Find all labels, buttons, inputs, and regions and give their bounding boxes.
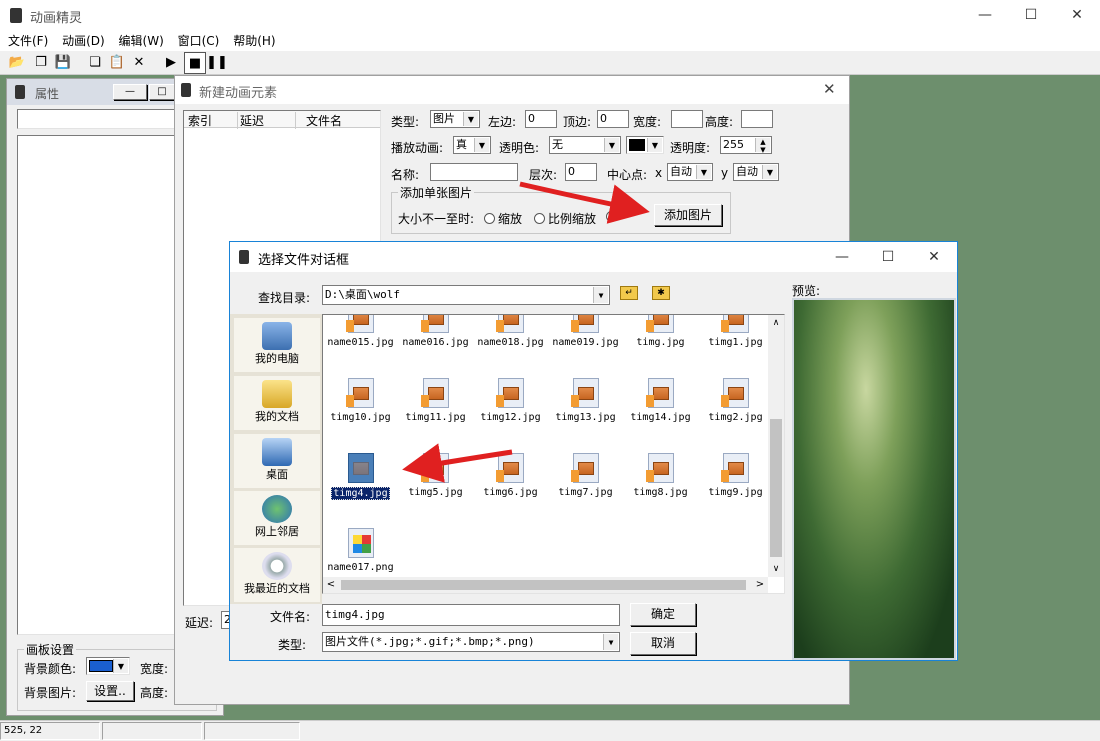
status-pane-3 (204, 722, 300, 740)
status-pane-2 (102, 722, 202, 740)
status-bar: 525, 22 (0, 720, 1100, 741)
annotation-arrow (402, 443, 513, 483)
annotation-arrow (519, 181, 650, 224)
status-coordinates: 525, 22 (0, 722, 100, 740)
annotation-arrows (402, 181, 650, 483)
